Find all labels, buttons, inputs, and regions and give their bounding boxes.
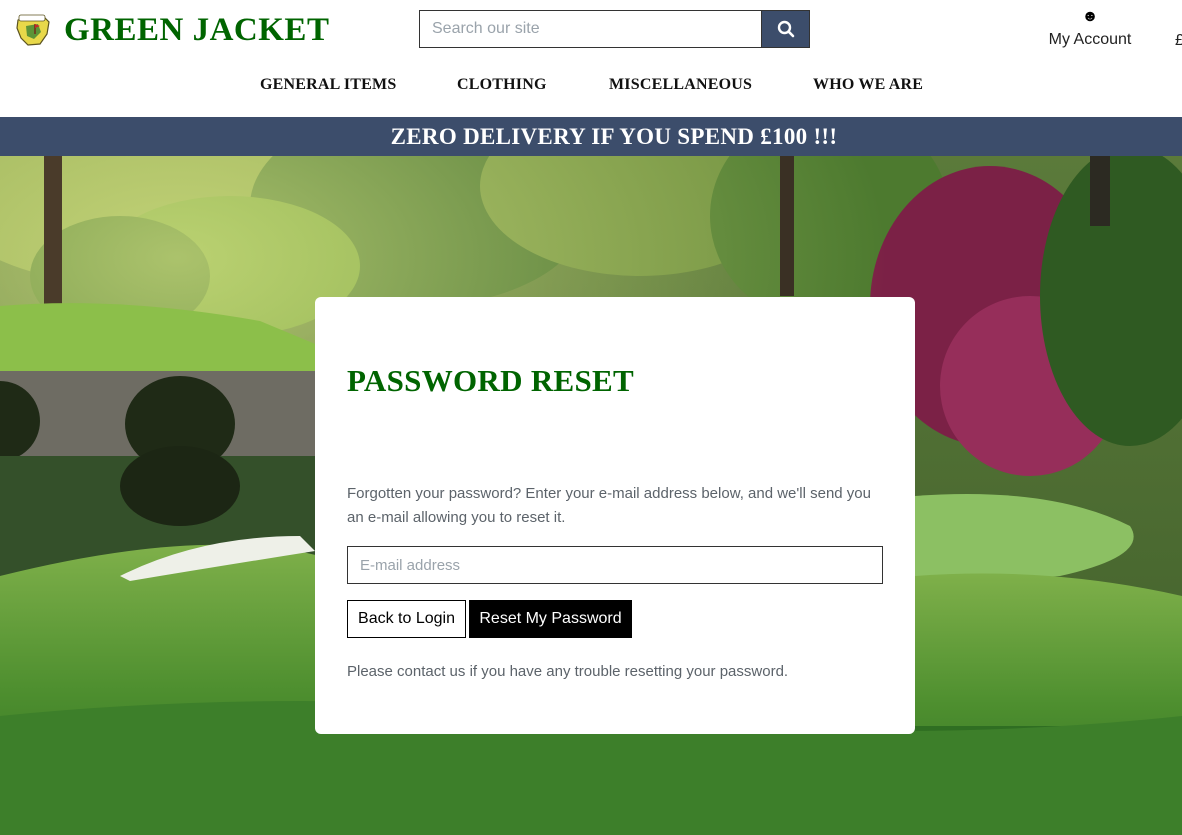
nav-clothing[interactable]: CLOTHING: [457, 76, 547, 94]
nav-general-items[interactable]: GENERAL ITEMS: [260, 76, 396, 94]
search-icon: [777, 20, 794, 38]
basket-total-link[interactable]: £: [1175, 32, 1182, 50]
delivery-banner: ZERO DELIVERY IF YOU SPEND £100 !!!: [0, 117, 1182, 156]
email-field[interactable]: [347, 546, 883, 584]
delivery-banner-text: ZERO DELIVERY IF YOU SPEND £100 !!!: [390, 123, 838, 149]
my-account-link[interactable]: ☻ My Account: [1040, 8, 1140, 49]
smiley-icon: ☻: [1081, 8, 1099, 25]
contact-note: Please contact us if you have any troubl…: [347, 663, 789, 680]
nav-miscellaneous[interactable]: MISCELLANEOUS: [609, 76, 752, 94]
brand-name: GREEN JACKET: [64, 11, 330, 48]
password-reset-card: PASSWORD RESET Forgotten your password? …: [315, 297, 915, 734]
page-title: PASSWORD RESET: [347, 363, 634, 398]
masters-logo-icon: [16, 14, 50, 46]
reset-instructions: Forgotten your password? Enter your e-ma…: [347, 485, 871, 526]
nav-who-we-are[interactable]: WHO WE ARE: [813, 76, 923, 94]
my-account-label: My Account: [1048, 31, 1132, 48]
search-form: [419, 10, 810, 48]
site-header: GREEN JACKET ☻ My Account £ GENERAL ITEM…: [0, 0, 1182, 117]
back-to-login-button[interactable]: Back to Login: [347, 600, 466, 638]
main-nav: GENERAL ITEMS CLOTHING MISCELLANEOUS WHO…: [0, 76, 1182, 102]
reset-password-button[interactable]: Reset My Password: [469, 600, 632, 638]
search-button[interactable]: [761, 10, 810, 48]
brand-link[interactable]: GREEN JACKET: [14, 10, 329, 50]
search-input[interactable]: [419, 10, 761, 48]
